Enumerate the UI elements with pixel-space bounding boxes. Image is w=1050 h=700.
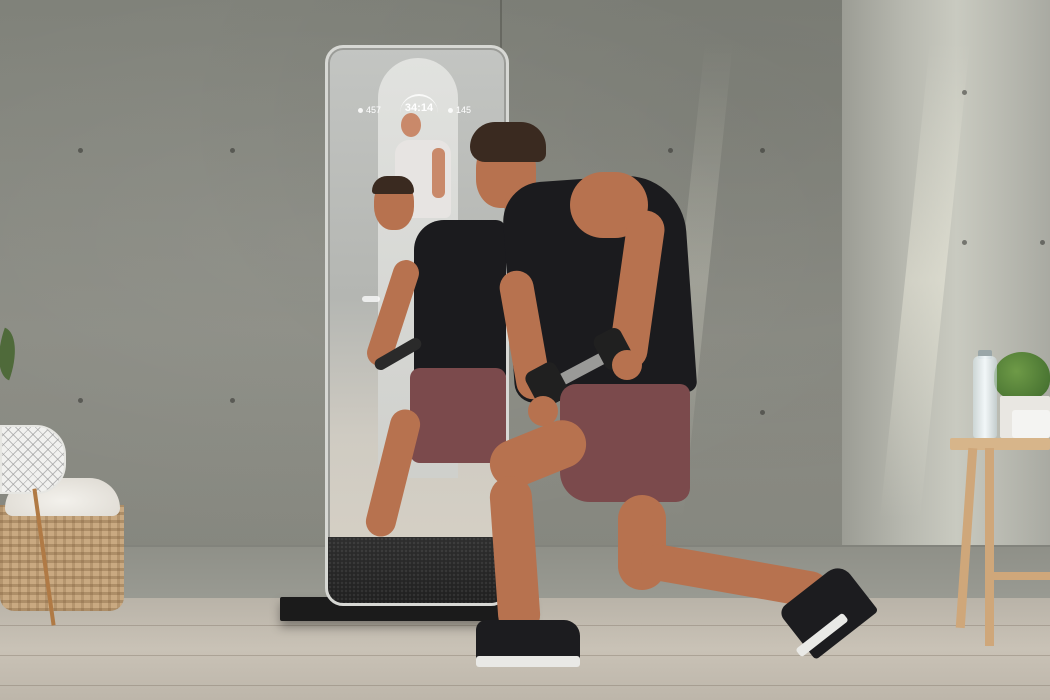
heart-rate-readout: 145 xyxy=(448,105,471,115)
side-table-leg xyxy=(985,448,994,646)
folded-towel xyxy=(1012,410,1050,438)
woven-basket xyxy=(0,505,124,611)
front-sneaker-sole xyxy=(476,656,580,667)
heart-rate-value: 145 xyxy=(456,105,472,115)
wall-tie-hole xyxy=(78,148,83,153)
wall-tie-hole xyxy=(1040,240,1045,245)
photo-scene: 457 34:14 145 xyxy=(0,0,1050,700)
side-table-top xyxy=(950,438,1050,450)
wall-tie-hole xyxy=(230,148,235,153)
floor-plank-line xyxy=(0,685,1050,686)
wall-tie-hole xyxy=(962,240,967,245)
wall-tie-hole xyxy=(760,410,765,415)
instructor-head xyxy=(401,113,421,137)
side-table-crossbar xyxy=(985,572,1050,580)
heart-rate-icon xyxy=(448,107,453,113)
potted-plant xyxy=(994,352,1050,400)
mirror-speaker-grille xyxy=(328,537,506,603)
calories-value: 457 xyxy=(366,105,382,115)
reflection-tank-top xyxy=(414,220,506,380)
athlete-hair xyxy=(470,122,546,162)
athlete-fist xyxy=(612,350,642,380)
wall-tie-hole xyxy=(760,148,765,153)
instructor-arm xyxy=(432,148,445,198)
wire-chair xyxy=(0,425,66,494)
reflection-shorts xyxy=(410,368,506,463)
flame-icon xyxy=(358,107,363,113)
wall-tie-hole xyxy=(78,398,83,403)
wall-tie-hole xyxy=(230,398,235,403)
wall-tie-hole xyxy=(668,148,673,153)
reflection-hair xyxy=(372,176,414,194)
calories-readout: 457 xyxy=(358,105,381,115)
wall-tie-hole xyxy=(962,90,967,95)
mirror-status-badge xyxy=(362,296,380,302)
water-bottle xyxy=(973,356,997,438)
